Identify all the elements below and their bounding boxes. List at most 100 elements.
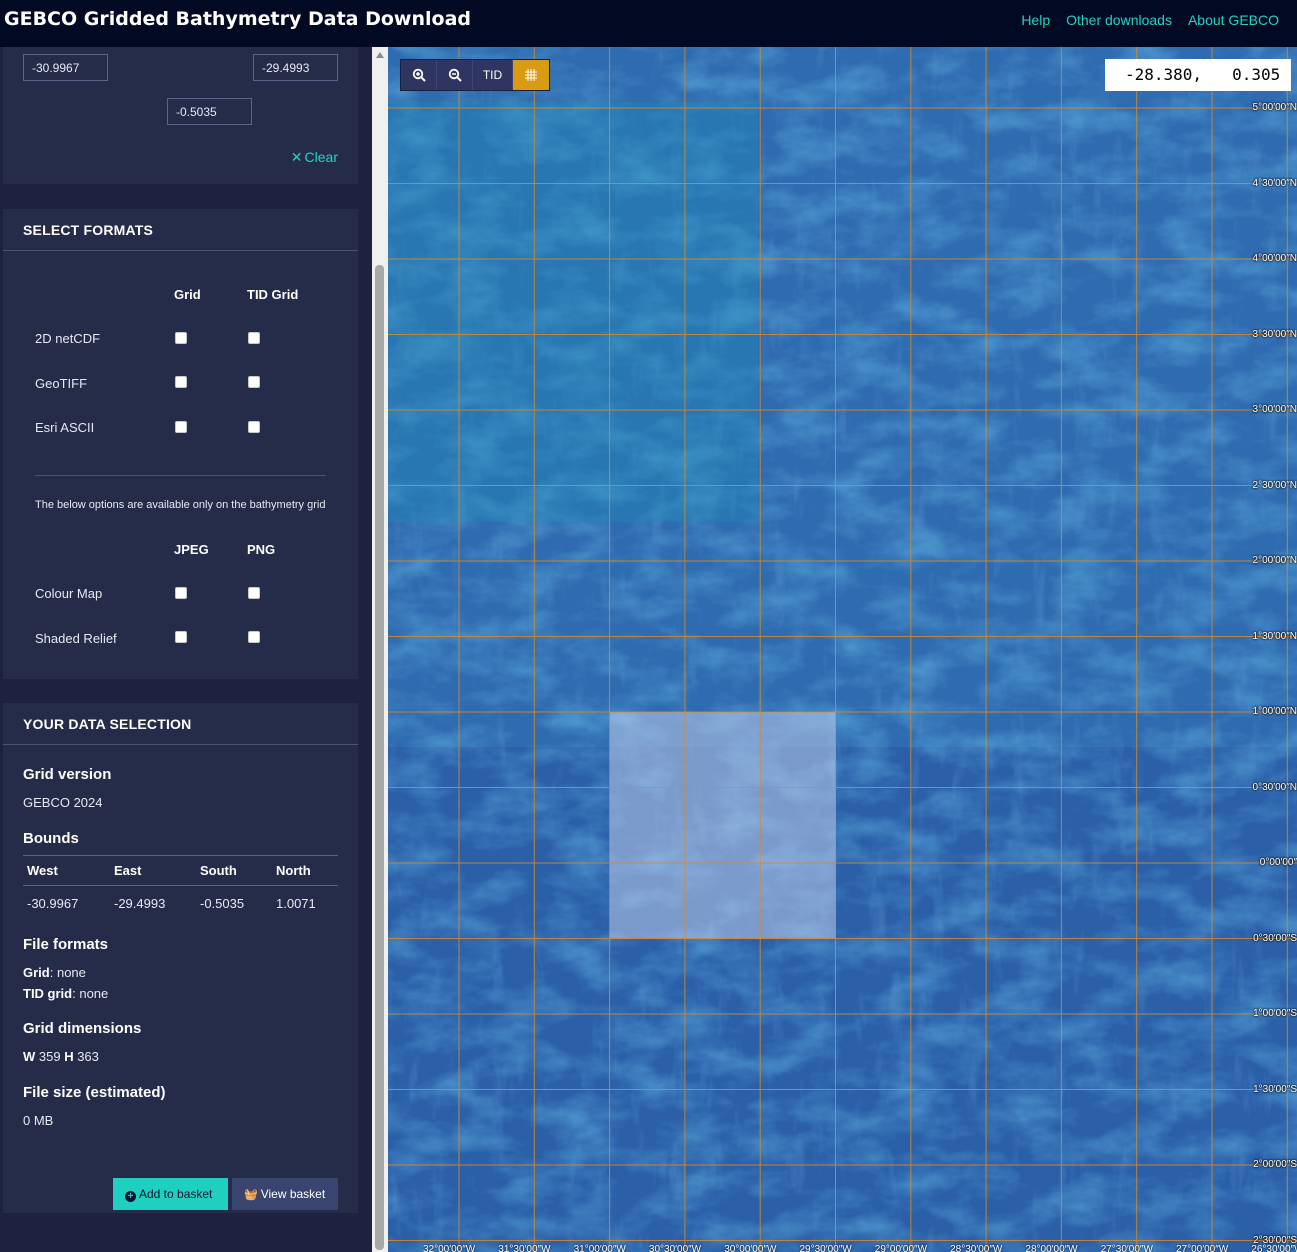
lat-label: 1°30′00″N xyxy=(1252,630,1297,642)
grid-format-key: Grid xyxy=(23,965,50,980)
colour-map-jpeg-checkbox[interactable] xyxy=(175,587,187,599)
nav-other-downloads-link[interactable]: Other downloads xyxy=(1066,12,1172,28)
lon-label: 31°00′00″W xyxy=(573,1244,626,1252)
grid-dimensions-heading: Grid dimensions xyxy=(23,1020,142,1037)
bounds-header-west: West xyxy=(27,863,58,878)
cursor-coordinates: -28.380, 0.305 xyxy=(1105,59,1291,91)
geotiff-grid-checkbox[interactable] xyxy=(175,376,187,388)
tid-format-value: : none xyxy=(72,986,109,1001)
row-netcdf: 2D netCDF xyxy=(35,331,101,346)
row-shaded-relief: Shaded Relief xyxy=(35,631,117,646)
bounds-header-east: East xyxy=(114,863,142,878)
scroll-up-arrow-icon[interactable] xyxy=(376,52,384,58)
grid-dimensions-value: W 359 H 363 xyxy=(23,1049,99,1064)
bounds-west-value: -30.9967 xyxy=(27,895,79,911)
selection-panel: YOUR DATA SELECTION Grid version GEBCO 2… xyxy=(3,703,358,1213)
view-basket-label: View basket xyxy=(260,1187,326,1201)
app-title: GEBCO Gridded Bathymetry Data Download xyxy=(4,8,471,30)
lat-label: 5°00′00″N xyxy=(1252,102,1297,113)
tid-toggle-button[interactable]: TID xyxy=(473,60,513,90)
clear-link[interactable]: ✕ Clear xyxy=(291,149,338,166)
col-tid-grid: TID Grid xyxy=(247,287,299,302)
lat-label: 0°00′00″ xyxy=(1259,857,1297,868)
esri-grid-checkbox[interactable] xyxy=(175,421,187,433)
west-input[interactable]: -30.9967 xyxy=(23,54,108,81)
colour-map-png-checkbox[interactable] xyxy=(248,587,260,599)
scroll-thumb[interactable] xyxy=(375,265,384,1250)
shaded-relief-png-checkbox[interactable] xyxy=(248,631,260,643)
basket-icon: 🧺 xyxy=(244,1189,258,1201)
east-input[interactable]: -29.4993 xyxy=(253,54,338,81)
bounds-north-value: 1.0071 xyxy=(276,895,316,911)
dims-h-value: 363 xyxy=(73,1049,99,1064)
grid-version-heading: Grid version xyxy=(23,766,112,783)
sidebar-scrollbar[interactable] xyxy=(372,47,388,1252)
lon-label: 31°30′00″W xyxy=(498,1244,551,1252)
lon-label: 28°00′00″W xyxy=(1025,1244,1078,1252)
bounds-header-row: West East South North xyxy=(23,856,338,886)
plus-circle-icon: + xyxy=(125,1191,136,1202)
lat-label: 3°00′00″N xyxy=(1252,404,1297,415)
grid-version-value: GEBCO 2024 xyxy=(23,795,103,810)
lon-label: 28°30′00″W xyxy=(950,1244,1003,1252)
graticule-toggle-icon[interactable] xyxy=(513,60,549,90)
bounds-east-value: -29.4993 xyxy=(114,895,166,911)
nav-help-link[interactable]: Help xyxy=(1021,12,1050,28)
lat-label: 1°00′00″S xyxy=(1253,1008,1297,1019)
netcdf-grid-checkbox[interactable] xyxy=(175,332,187,344)
bounds-header-south: South xyxy=(200,863,237,878)
map-canvas xyxy=(388,47,1297,1252)
tid-format-line: TID grid: none xyxy=(23,986,108,1001)
lon-label: 27°00′00″W xyxy=(1176,1244,1229,1252)
geotiff-tid-checkbox[interactable] xyxy=(248,376,260,388)
col-jpeg: JPEG xyxy=(174,542,209,557)
nav-about-link[interactable]: About GEBCO xyxy=(1188,12,1279,28)
lon-label: 32°00′00″W xyxy=(423,1244,476,1252)
esri-tid-checkbox[interactable] xyxy=(248,421,260,433)
row-colour-map: Colour Map xyxy=(35,586,103,601)
netcdf-tid-checkbox[interactable] xyxy=(248,332,260,344)
formats-divider xyxy=(35,475,326,476)
row-geotiff: GeoTIFF xyxy=(35,376,88,391)
south-input[interactable]: -0.5035 xyxy=(167,98,252,125)
add-to-basket-label: Add to basket xyxy=(139,1187,213,1201)
dims-w-value: 359 xyxy=(35,1049,65,1064)
lat-label: 4°30′00″N xyxy=(1252,177,1297,189)
shaded-relief-jpeg-checkbox[interactable] xyxy=(175,631,187,643)
lat-label: 4°00′00″N xyxy=(1252,253,1297,264)
bounds-heading: Bounds xyxy=(23,830,79,847)
shallow-region xyxy=(388,102,758,522)
file-size-heading: File size (estimated) xyxy=(23,1084,166,1101)
view-basket-button[interactable]: 🧺 View basket xyxy=(232,1178,338,1210)
bounds-header-north: North xyxy=(276,863,311,878)
bathymetry-note: The below options are available only on … xyxy=(35,499,326,511)
formats-panel: SELECT FORMATS Grid TID Grid 2D netCDF G… xyxy=(3,209,358,679)
lat-label: 2°30′00″N xyxy=(1252,479,1297,491)
formats-heading: SELECT FORMATS xyxy=(3,209,358,251)
lat-label: 2°00′00″N xyxy=(1252,555,1297,566)
dims-w-key: W xyxy=(23,1049,36,1064)
grid-format-line: Grid: none xyxy=(23,965,86,980)
lon-label: 30°30′00″W xyxy=(648,1244,702,1252)
col-png: PNG xyxy=(247,542,276,557)
add-to-basket-button[interactable]: + Add to basket xyxy=(113,1178,228,1210)
lon-label: 29°30′00″W xyxy=(799,1244,852,1252)
map-toolbar: TID xyxy=(400,59,550,91)
file-formats-heading: File formats xyxy=(23,936,109,953)
zoom-out-icon[interactable] xyxy=(437,60,473,90)
selection-heading: YOUR DATA SELECTION xyxy=(3,703,358,745)
lon-label: 30°00′00″W xyxy=(724,1244,777,1252)
col-grid: Grid xyxy=(174,287,201,302)
zoom-in-icon[interactable] xyxy=(401,60,437,90)
lat-label: 0°30′00″N xyxy=(1252,781,1297,793)
bathymetry-map[interactable]: TID -28.380, 0.305 5°00′00″N 4°30′00″N 4°00… xyxy=(388,47,1297,1252)
sidebar: -30.9967 -29.4993 -0.5035 ✕ Clear SELECT … xyxy=(0,47,372,1252)
bounds-value-row: -30.9967 -29.4993 -0.5035 1.0071 xyxy=(23,886,338,920)
lat-label: 3°30′00″N xyxy=(1252,328,1297,340)
selection-highlight xyxy=(610,712,836,939)
grid-format-value: : none xyxy=(49,965,86,980)
bounds-table: West East South North -30.9967 -29.4993 … xyxy=(23,855,338,920)
top-nav: Help Other downloads About GEBCO xyxy=(1021,12,1279,28)
tid-format-key: TID grid xyxy=(23,986,73,1001)
lat-label: 1°30′00″S xyxy=(1253,1083,1297,1095)
